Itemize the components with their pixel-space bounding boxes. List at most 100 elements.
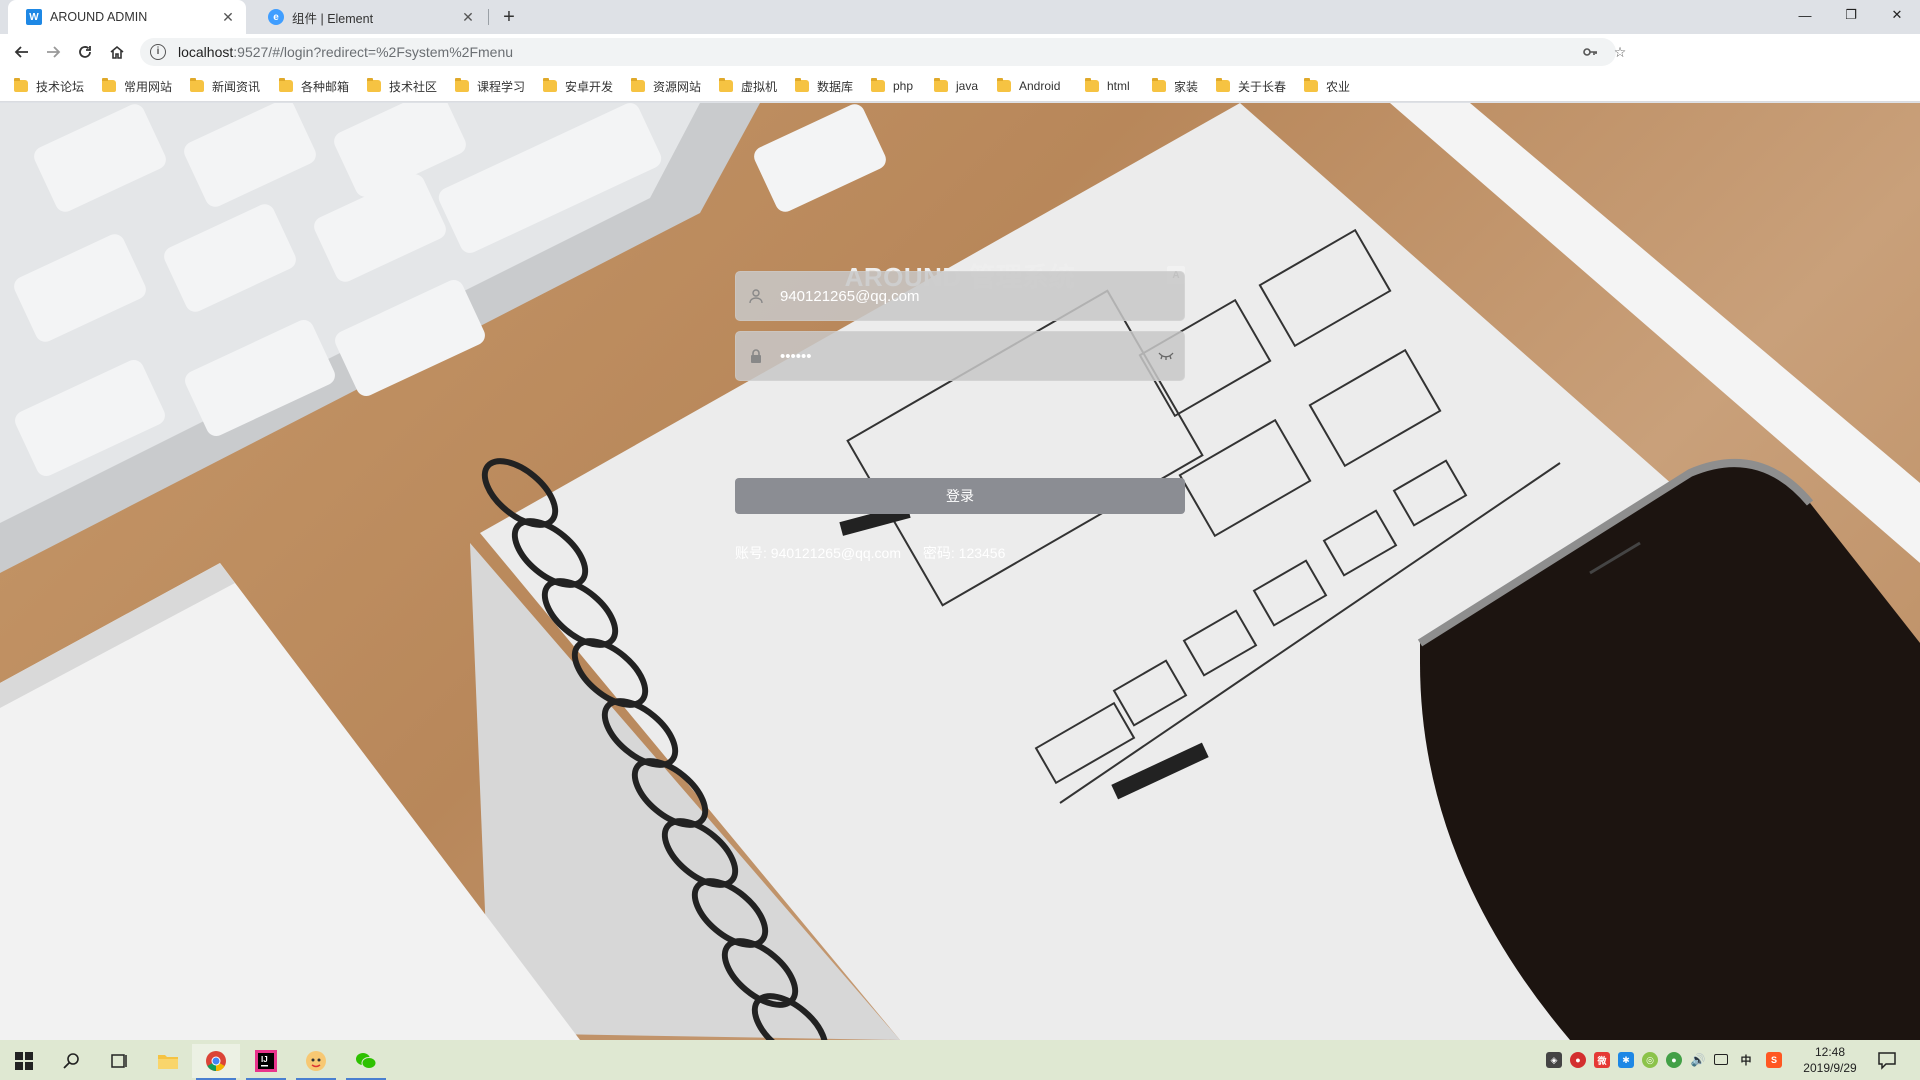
address-bar[interactable]: i localhost:9527/#/login?redirect=%2Fsys…	[140, 38, 1626, 66]
system-clock[interactable]: 12:48 2019/9/29	[1792, 1044, 1868, 1076]
wechat-icon	[356, 1053, 377, 1069]
bookmark-label: java	[956, 79, 979, 93]
folder-icon	[795, 78, 809, 92]
tray-green-icon[interactable]: ●	[1666, 1052, 1682, 1068]
bookmark-label: 常用网站	[124, 79, 173, 94]
bookmark-label: 课程学习	[477, 79, 526, 94]
start-button[interactable]	[0, 1044, 48, 1078]
bookmark-folder[interactable]: html	[1085, 78, 1130, 94]
bookmark-folder[interactable]: 技术社区	[367, 78, 437, 94]
volume-icon[interactable]: 🔊	[1690, 1052, 1706, 1068]
bookmark-star-icon[interactable]: ☆	[1612, 44, 1628, 60]
forward-button[interactable]	[40, 39, 66, 65]
bookmark-folder[interactable]: 安卓开发	[543, 78, 613, 94]
bookmark-label: 新闻资讯	[212, 79, 261, 94]
bookmark-folder[interactable]: 虚拟机	[719, 78, 777, 94]
lock-icon	[736, 348, 776, 364]
task-view-icon	[111, 1054, 127, 1068]
browser-toolbar: i localhost:9527/#/login?redirect=%2Fsys…	[0, 34, 1920, 95]
tab-around-admin[interactable]: W AROUND ADMIN ✕	[8, 0, 246, 34]
intellij-icon: IJ	[255, 1050, 277, 1072]
bookmark-label: 资源网站	[653, 79, 702, 94]
tip-account: 账号: 940121265@qq.com	[735, 545, 901, 561]
network-icon[interactable]	[1714, 1054, 1728, 1065]
bookmark-folder[interactable]: 课程学习	[455, 78, 525, 94]
svg-text:IJ: IJ	[261, 1055, 268, 1064]
bookmark-label: 数据库	[817, 79, 854, 94]
password-field	[735, 331, 1185, 381]
bookmark-folder[interactable]: 关于长春	[1216, 78, 1286, 94]
key-icon[interactable]	[1582, 44, 1598, 60]
bookmark-folder[interactable]: java	[934, 78, 978, 94]
tray-bluetooth-icon[interactable]: ✱	[1618, 1052, 1634, 1068]
home-button[interactable]	[104, 39, 130, 65]
folder-icon	[1152, 78, 1166, 92]
tray-weibo-icon[interactable]: 微	[1594, 1052, 1610, 1068]
reload-icon	[79, 46, 91, 58]
bookmark-folder[interactable]: 技术论坛	[14, 78, 84, 94]
arrow-right-icon	[47, 46, 61, 58]
bookmark-folder[interactable]: 常用网站	[102, 78, 172, 94]
qq-pet-icon	[306, 1051, 326, 1071]
close-tab-icon[interactable]: ✕	[220, 9, 236, 25]
login-tips: 账号: 940121265@qq.com 密码: 123456	[735, 543, 1023, 563]
arrow-left-icon	[14, 46, 28, 58]
login-button[interactable]: 登录	[735, 478, 1185, 514]
minimize-window-button[interactable]: —	[1782, 0, 1828, 30]
close-tab-icon[interactable]: ✕	[460, 9, 476, 25]
bookmark-label: 关于长春	[1238, 79, 1287, 94]
url-text: localhost:9527/#/login?redirect=%2Fsyste…	[178, 44, 513, 60]
bookmark-folder[interactable]: 各种邮箱	[279, 78, 349, 94]
username-input[interactable]	[776, 273, 1184, 319]
folder-icon	[934, 78, 948, 92]
restore-window-button[interactable]: ❐	[1828, 0, 1874, 30]
folder-icon	[543, 78, 557, 92]
sogou-input-icon[interactable]: S	[1766, 1052, 1782, 1068]
folder-icon	[1216, 78, 1230, 92]
tab-element[interactable]: e 组件 | Element ✕	[250, 0, 486, 34]
notification-icon	[1878, 1052, 1896, 1070]
qq-taskbar-button[interactable]	[292, 1044, 340, 1080]
reload-button[interactable]	[72, 39, 98, 65]
file-explorer-button[interactable]	[144, 1044, 192, 1078]
password-input[interactable]	[776, 333, 1148, 379]
bookmark-label: 技术社区	[389, 79, 438, 94]
folder-icon	[871, 78, 885, 92]
clock-time: 12:48	[1814, 1045, 1846, 1059]
tray-wechat-icon[interactable]: ◎	[1642, 1052, 1658, 1068]
new-tab-button[interactable]: +	[498, 7, 520, 29]
search-button[interactable]	[48, 1044, 96, 1078]
bookmark-label: 农业	[1326, 79, 1351, 94]
bookmark-folder[interactable]: 新闻资讯	[190, 78, 260, 94]
bookmark-label: 家装	[1174, 79, 1199, 94]
folder-icon	[631, 78, 645, 92]
tray-shield-icon[interactable]: ◈	[1546, 1052, 1562, 1068]
task-view-button[interactable]	[96, 1044, 144, 1078]
tab-title: 组件 | Element	[292, 11, 374, 26]
site-info-icon[interactable]: i	[150, 44, 166, 60]
folder-icon	[1085, 78, 1099, 92]
bookmark-folder[interactable]: 农业	[1304, 78, 1350, 94]
back-button[interactable]	[9, 39, 35, 65]
bookmark-folder[interactable]: php	[871, 78, 913, 94]
folder-icon	[367, 78, 381, 92]
login-page: AROUND 管理系统 A 登录 账号: 940121265@qq.com 密码…	[0, 103, 1920, 1040]
tray-red-icon[interactable]: ●	[1570, 1052, 1586, 1068]
notification-center-button[interactable]	[1877, 1050, 1897, 1070]
intellij-taskbar-button[interactable]: IJ	[242, 1044, 290, 1080]
show-password-icon[interactable]	[1148, 351, 1184, 361]
folder-icon	[719, 78, 733, 92]
bookmark-folder[interactable]: 资源网站	[631, 78, 701, 94]
chrome-taskbar-button[interactable]	[192, 1044, 240, 1080]
url-host: localhost	[178, 44, 234, 60]
input-method-icon[interactable]: 中	[1738, 1052, 1754, 1068]
bookmark-folder[interactable]: 数据库	[795, 78, 853, 94]
windows-logo-icon	[15, 1052, 33, 1070]
wechat-taskbar-button[interactable]	[342, 1044, 390, 1080]
bookmark-folder[interactable]: Android	[997, 78, 1060, 94]
close-window-button[interactable]: ✕	[1874, 0, 1920, 30]
tab-title: AROUND ADMIN	[50, 10, 148, 24]
bookmark-folder[interactable]: 家装	[1152, 78, 1198, 94]
chrome-icon	[206, 1051, 226, 1072]
bookmark-label: Android	[1019, 79, 1061, 93]
